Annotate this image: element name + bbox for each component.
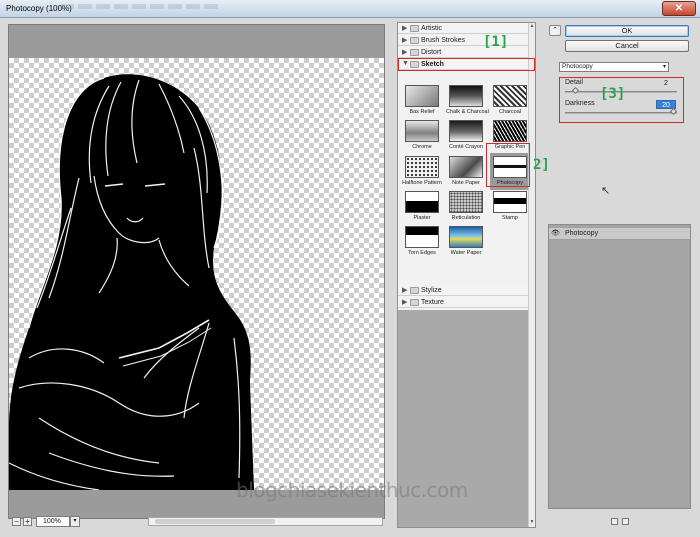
thumbnail-image bbox=[449, 85, 483, 107]
category-stylize[interactable]: ▶ Stylize bbox=[398, 285, 535, 296]
photocopy-preview-image bbox=[9, 74, 254, 490]
filter-thumb-water-paper[interactable]: Water Paper bbox=[446, 226, 486, 256]
filter-name: Reticulation bbox=[451, 215, 481, 221]
title-bar: Photocopy (100%) ✕ bbox=[0, 0, 700, 18]
close-window-button[interactable]: ✕ bbox=[662, 1, 696, 16]
gallery-vertical-scrollbar[interactable]: ▲ ▼ bbox=[528, 23, 535, 527]
category-label: Distort bbox=[421, 49, 442, 56]
filter-gallery: ▶ Artistic ▶ Brush Strokes ▶ Distort ▼ S… bbox=[397, 22, 536, 528]
expand-triangle-icon: ▶ bbox=[402, 287, 408, 294]
scroll-up-arrow-icon[interactable]: ▲ bbox=[529, 23, 535, 30]
category-label: Texture bbox=[421, 299, 444, 306]
chevron-down-icon: ▾ bbox=[662, 64, 666, 70]
category-label: Artistic bbox=[421, 25, 442, 32]
thumbnail-image bbox=[405, 226, 439, 248]
filter-name: Charcoal bbox=[498, 109, 521, 115]
annotation-box-photocopy bbox=[486, 143, 530, 187]
filter-name: Note Paper bbox=[452, 180, 480, 186]
thumbnail-image bbox=[405, 156, 439, 178]
category-distort[interactable]: ▶ Distort bbox=[398, 47, 535, 58]
filter-name: Bas Relief bbox=[409, 109, 435, 115]
filter-name: Plaster bbox=[413, 215, 431, 221]
preview-area bbox=[8, 24, 385, 519]
annotation-label-2: 2] bbox=[533, 157, 550, 173]
thumbnail-image bbox=[405, 120, 439, 142]
filter-name: Torn Edges bbox=[408, 250, 436, 256]
folder-icon bbox=[410, 49, 419, 56]
filter-thumb-halftone-pattern[interactable]: Halftone Pattern bbox=[402, 156, 442, 186]
expand-triangle-icon: ▶ bbox=[402, 49, 408, 56]
filter-name: Chrome bbox=[412, 144, 432, 150]
thumbnail-image bbox=[405, 191, 439, 213]
filter-name: Halftone Pattern bbox=[402, 180, 442, 186]
annotation-box-sketch-category bbox=[398, 58, 535, 71]
folder-icon bbox=[410, 25, 419, 32]
filter-thumb-reticulation[interactable]: Reticulation bbox=[446, 191, 486, 221]
zoom-dropdown-button[interactable]: ▾ bbox=[70, 516, 80, 527]
thumbnail-image bbox=[493, 120, 527, 142]
delete-effect-layer-icon[interactable] bbox=[622, 518, 629, 525]
category-brush-strokes[interactable]: ▶ Brush Strokes bbox=[398, 35, 535, 46]
effect-layers-list: 👁 Photocopy bbox=[548, 224, 691, 509]
filter-select-dropdown[interactable]: Photocopy ▾ bbox=[559, 62, 669, 72]
expand-triangle-icon: ▶ bbox=[402, 25, 408, 32]
filter-select-value: Photocopy bbox=[562, 63, 593, 70]
mouse-pointer-icon: ↖ bbox=[601, 185, 611, 197]
thumbnail-image bbox=[449, 156, 483, 178]
scrollbar-thumb[interactable] bbox=[155, 519, 275, 524]
filter-name: Conté Crayon bbox=[449, 144, 483, 150]
filter-thumb-bas-relief[interactable]: Bas Relief bbox=[402, 85, 442, 115]
thumbnail-image bbox=[493, 85, 527, 107]
thumbnail-image bbox=[405, 85, 439, 107]
filter-thumb-torn-edges[interactable]: Torn Edges bbox=[402, 226, 442, 256]
preview-horizontal-scrollbar[interactable] bbox=[148, 517, 383, 526]
scroll-down-arrow-icon[interactable]: ▼ bbox=[529, 519, 535, 526]
watermark-text: blogchiasekienthuc.com bbox=[236, 478, 468, 502]
effect-layer-row[interactable]: 👁 Photocopy bbox=[549, 228, 690, 240]
annotation-label-3: [3] bbox=[600, 86, 626, 102]
category-label: Stylize bbox=[421, 287, 442, 294]
filter-thumb-note-paper[interactable]: Note Paper bbox=[446, 156, 486, 186]
thumbnail-image bbox=[449, 120, 483, 142]
zoom-in-button[interactable]: + bbox=[23, 517, 32, 526]
annotation-label-1: [1] bbox=[483, 34, 509, 50]
eye-visibility-icon[interactable]: 👁 bbox=[551, 230, 560, 237]
folder-icon bbox=[410, 287, 419, 294]
filter-thumb-conte-crayon[interactable]: Conté Crayon bbox=[446, 120, 486, 150]
thumbnail-image bbox=[449, 191, 483, 213]
filter-thumb-chalk-charcoal[interactable]: Chalk & Charcoal bbox=[446, 85, 489, 115]
effect-layer-label: Photocopy bbox=[565, 230, 599, 237]
preview-bottom-bar: − + 100% ▾ bbox=[8, 516, 385, 528]
filter-name: Water Paper bbox=[450, 250, 482, 256]
cancel-button[interactable]: Cancel bbox=[565, 40, 689, 52]
filter-thumb-charcoal[interactable]: Charcoal bbox=[490, 85, 530, 115]
filter-thumb-chrome[interactable]: Chrome bbox=[402, 120, 442, 150]
folder-icon bbox=[410, 37, 419, 44]
zoom-level-field[interactable]: 100% bbox=[36, 516, 70, 527]
folder-icon bbox=[410, 299, 419, 306]
filter-thumb-plaster[interactable]: Plaster bbox=[402, 191, 442, 221]
preview-canvas[interactable] bbox=[9, 58, 384, 490]
ok-button[interactable]: OK bbox=[565, 25, 689, 37]
expand-triangle-icon: ▶ bbox=[402, 37, 408, 44]
blurred-menu-area bbox=[60, 4, 280, 13]
category-label: Brush Strokes bbox=[421, 37, 465, 44]
filter-name: Chalk & Charcoal bbox=[446, 109, 489, 115]
new-effect-layer-icon[interactable] bbox=[611, 518, 618, 525]
expand-triangle-icon: ▶ bbox=[402, 299, 408, 306]
category-texture[interactable]: ▶ Texture bbox=[398, 297, 535, 308]
filter-thumb-stamp[interactable]: Stamp bbox=[490, 191, 530, 221]
filter-name: Stamp bbox=[502, 215, 518, 221]
thumbnail-image bbox=[449, 226, 483, 248]
zoom-out-button[interactable]: − bbox=[12, 517, 21, 526]
thumbnail-image bbox=[493, 191, 527, 213]
category-artistic[interactable]: ▶ Artistic bbox=[398, 23, 535, 34]
